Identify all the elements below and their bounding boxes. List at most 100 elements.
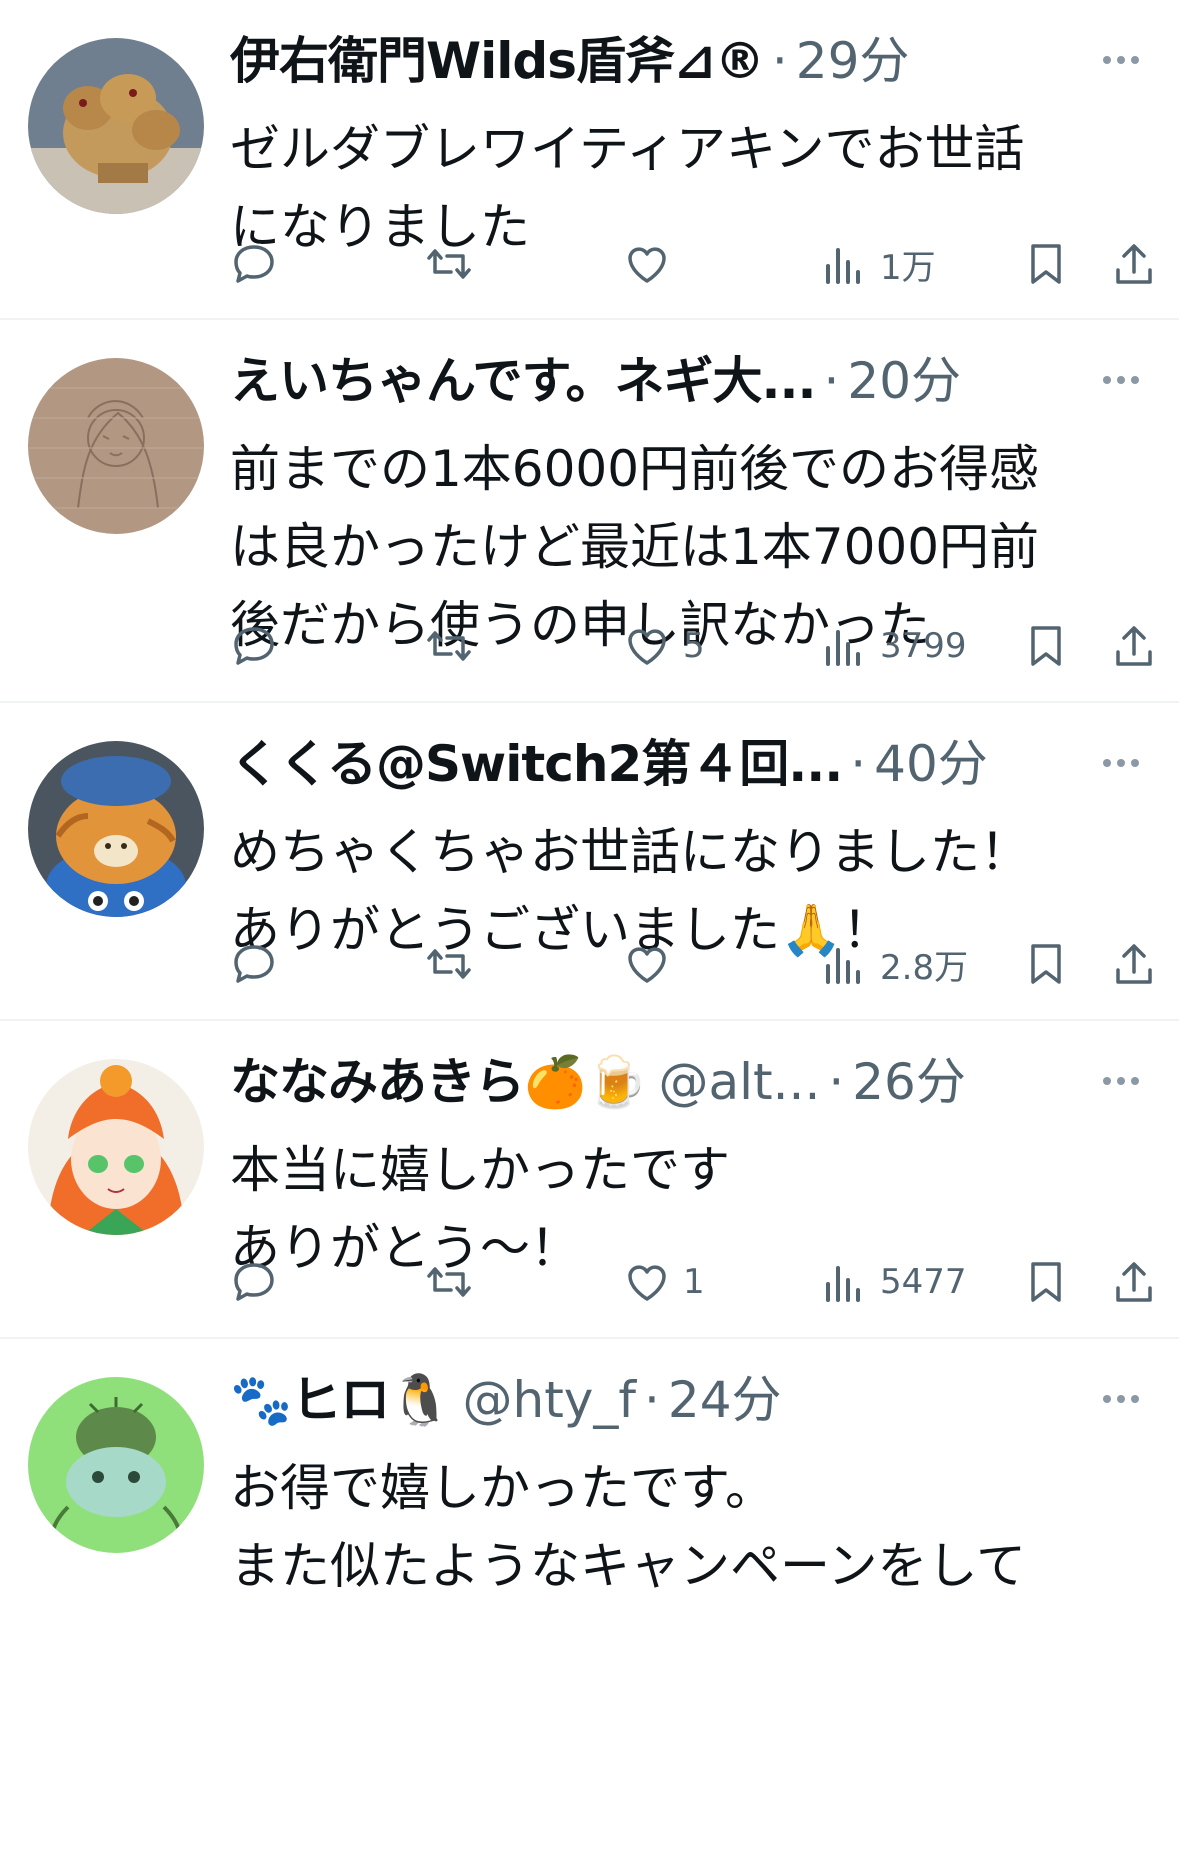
- tweet-text-line: 前までの1本6000円前後でのお得感: [230, 440, 1040, 498]
- tweet-text-line: 本当に嬉しかったです: [230, 1141, 730, 1199]
- views-icon: [826, 248, 860, 284]
- share-button[interactable]: [1110, 1252, 1158, 1312]
- more-icon[interactable]: [1097, 1377, 1145, 1421]
- action-bar: 2.8万: [230, 934, 1160, 994]
- share-button[interactable]: [1110, 234, 1158, 294]
- heart-icon: [628, 247, 666, 283]
- reply-button[interactable]: [230, 616, 278, 676]
- more-icon[interactable]: [1097, 358, 1145, 402]
- tweet-text-line: めちゃくちゃお世話になりました！: [230, 823, 1030, 881]
- avatar[interactable]: [28, 1377, 204, 1553]
- action-bar: 5 3799: [230, 616, 1160, 676]
- tweet-header: えいちゃんです。ネギ大... · 20分: [230, 346, 1110, 416]
- tweet[interactable]: 伊右衛門Wilds盾斧⊿® · 29分 ゼルダブレワイティアキンでお世話 になり…: [0, 0, 1179, 320]
- avatar[interactable]: [28, 38, 204, 214]
- like-button[interactable]: 1: [623, 1252, 705, 1312]
- separator-dot: ·: [771, 32, 788, 90]
- views-button[interactable]: 5477: [820, 1252, 967, 1312]
- retweet-icon: [427, 949, 471, 979]
- bookmark-icon: [1031, 1262, 1061, 1302]
- view-count: 1万: [880, 247, 936, 288]
- tweet-header: ななみあきら🍊🍺 @alt... · 26分: [230, 1047, 1110, 1117]
- tweet-text-line: また似たようなキャンペーンをして: [230, 1537, 1026, 1595]
- timestamp[interactable]: 26分: [852, 1047, 966, 1117]
- separator-dot: ·: [823, 352, 840, 410]
- like-button[interactable]: 5: [623, 616, 705, 676]
- bookmark-button[interactable]: [1022, 616, 1070, 676]
- more-icon[interactable]: [1097, 38, 1145, 82]
- timestamp[interactable]: 40分: [874, 729, 988, 799]
- bookmark-icon: [1031, 944, 1061, 984]
- share-icon: [1116, 1262, 1152, 1302]
- like-count: 1: [683, 1262, 705, 1302]
- share-icon: [1116, 626, 1152, 666]
- heart-icon: [628, 947, 666, 983]
- share-button[interactable]: [1110, 616, 1158, 676]
- tweet[interactable]: 🐾ヒロ🐧 @hty_f · 24分 お得で嬉しかったです。 また似たようなキャン…: [0, 1339, 1179, 1867]
- views-button[interactable]: 1万: [820, 234, 936, 294]
- action-bar: 1万: [230, 234, 1160, 294]
- like-button[interactable]: [623, 234, 683, 294]
- like-button[interactable]: [623, 934, 683, 994]
- reply-icon: [234, 945, 274, 983]
- view-count: 5477: [880, 1262, 967, 1302]
- action-bar: 1 5477: [230, 1252, 1160, 1312]
- retweet-icon: [427, 249, 471, 279]
- avatar[interactable]: [28, 741, 204, 917]
- retweet-icon: [427, 631, 471, 661]
- timestamp[interactable]: 20分: [847, 346, 961, 416]
- like-count: 5: [683, 626, 705, 666]
- retweet-button[interactable]: [425, 934, 473, 994]
- retweet-icon: [427, 1267, 471, 1297]
- bookmark-button[interactable]: [1022, 934, 1070, 994]
- more-icon[interactable]: [1097, 741, 1145, 785]
- views-button[interactable]: 2.8万: [820, 934, 968, 994]
- author-name[interactable]: 伊右衛門Wilds盾斧⊿®: [230, 26, 765, 96]
- timestamp[interactable]: 24分: [668, 1365, 782, 1435]
- reply-button[interactable]: [230, 234, 278, 294]
- bookmark-icon: [1031, 244, 1061, 284]
- tweet-header: くくる@Switch2第４回... · 40分: [230, 729, 1110, 799]
- reply-button[interactable]: [230, 1252, 278, 1312]
- more-icon[interactable]: [1097, 1059, 1145, 1103]
- share-icon: [1116, 244, 1152, 284]
- author-handle[interactable]: @alt...: [659, 1047, 821, 1117]
- tweet-header: 🐾ヒロ🐧 @hty_f · 24分: [230, 1365, 1110, 1435]
- tweet[interactable]: くくる@Switch2第４回... · 40分 めちゃくちゃお世話になりました！…: [0, 703, 1179, 1021]
- reply-icon: [234, 1263, 274, 1301]
- author-name[interactable]: くくる@Switch2第４回...: [230, 729, 843, 799]
- timestamp[interactable]: 29分: [796, 26, 910, 96]
- heart-icon: [628, 1265, 666, 1301]
- reply-button[interactable]: [230, 934, 278, 994]
- tweet-text-line: ゼルダブレワイティアキンでお世話: [230, 120, 1025, 178]
- tweet-text-line: は良かったけど最近は1本7000円前: [230, 518, 1040, 576]
- share-button[interactable]: [1110, 934, 1158, 994]
- views-button[interactable]: 3799: [820, 616, 967, 676]
- bookmark-icon: [1031, 626, 1061, 666]
- share-icon: [1116, 944, 1152, 984]
- views-icon: [826, 630, 860, 666]
- bookmark-button[interactable]: [1022, 234, 1070, 294]
- separator-dot: ·: [850, 735, 867, 793]
- avatar[interactable]: [28, 1059, 204, 1235]
- views-icon: [826, 948, 860, 984]
- retweet-button[interactable]: [425, 616, 473, 676]
- retweet-button[interactable]: [425, 1252, 473, 1312]
- separator-dot: ·: [644, 1371, 660, 1429]
- tweet-text: お得で嬉しかったです。 また似たようなキャンペーンをして: [230, 1449, 1130, 1605]
- avatar[interactable]: [28, 358, 204, 534]
- reply-icon: [234, 627, 274, 665]
- author-name[interactable]: 🐾ヒロ🐧: [230, 1365, 452, 1435]
- view-count: 2.8万: [880, 947, 969, 988]
- tweet[interactable]: ななみあきら🍊🍺 @alt... · 26分 本当に嬉しかったです ありがとう〜…: [0, 1021, 1179, 1339]
- view-count: 3799: [880, 626, 967, 666]
- retweet-button[interactable]: [425, 234, 473, 294]
- reply-icon: [234, 245, 274, 283]
- bookmark-button[interactable]: [1022, 1252, 1070, 1312]
- tweet[interactable]: えいちゃんです。ネギ大... · 20分 前までの1本6000円前後でのお得感 …: [0, 320, 1179, 703]
- author-handle[interactable]: @hty_f: [463, 1365, 637, 1435]
- separator-dot: ·: [828, 1053, 845, 1111]
- author-name[interactable]: ななみあきら🍊🍺: [230, 1047, 648, 1117]
- author-name[interactable]: えいちゃんです。ネギ大...: [230, 346, 816, 416]
- views-icon: [826, 1266, 860, 1302]
